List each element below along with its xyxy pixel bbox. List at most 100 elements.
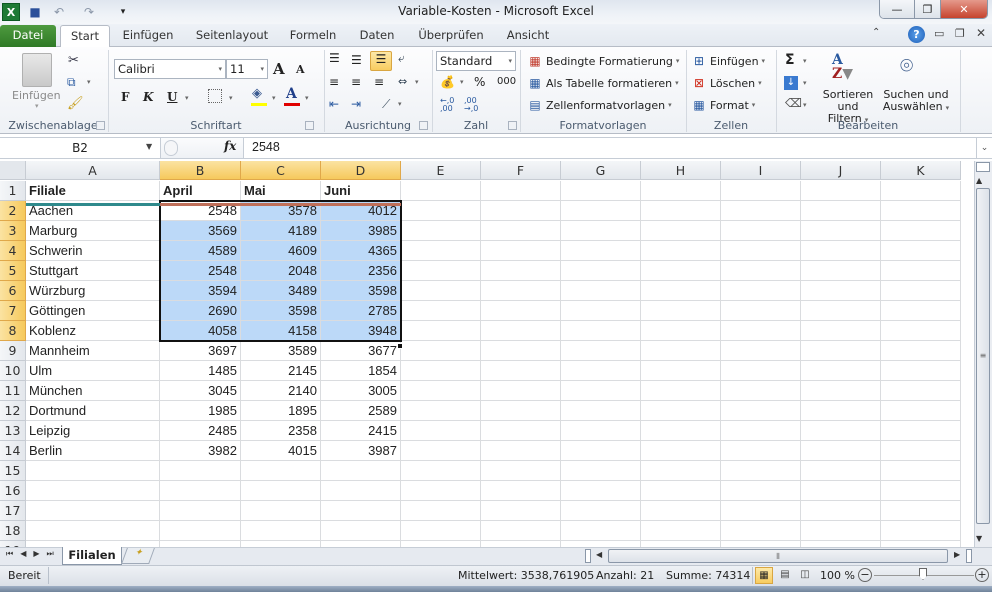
cell-k9[interactable] [881, 341, 961, 361]
zoom-in-button[interactable]: + [975, 568, 989, 582]
cell-h1[interactable] [641, 181, 721, 201]
cell-h6[interactable] [641, 281, 721, 301]
fill-dropdown-icon[interactable]: ▾ [803, 79, 807, 87]
cell-f5[interactable] [481, 261, 561, 281]
cell-j6[interactable] [801, 281, 881, 301]
decrease-indent-icon[interactable]: ⇤ [329, 97, 339, 111]
tab-ansicht[interactable]: Ansicht [502, 25, 554, 47]
cell-b9[interactable]: 3697 [160, 341, 241, 361]
cell-k4[interactable] [881, 241, 961, 261]
cell-e14[interactable] [401, 441, 481, 461]
alignment-launcher-icon[interactable] [419, 121, 428, 130]
cell-f1[interactable] [481, 181, 561, 201]
minimize-ribbon-icon[interactable]: ⌃ [872, 27, 880, 38]
split-box-horizontal[interactable] [966, 549, 972, 563]
cell-d3[interactable]: 3985 [321, 221, 401, 241]
cell-e2[interactable] [401, 201, 481, 221]
format-cells-button[interactable]: ▦ Format ▾ [691, 97, 755, 113]
cell-g11[interactable] [561, 381, 641, 401]
column-header-i[interactable]: I [721, 161, 801, 180]
row-header[interactable]: 13 [0, 421, 26, 441]
column-header-g[interactable]: G [561, 161, 641, 180]
cell-i14[interactable] [721, 441, 801, 461]
cell-c5[interactable]: 2048 [241, 261, 321, 281]
merge-center-icon[interactable]: ⇔ [398, 75, 407, 88]
underline-dropdown-icon[interactable]: ▾ [185, 94, 189, 102]
cell-k3[interactable] [881, 221, 961, 241]
cell-d7[interactable]: 2785 [321, 301, 401, 321]
font-color-button[interactable]: A [286, 86, 297, 102]
cell-j8[interactable] [801, 321, 881, 341]
cell-b4[interactable]: 4589 [160, 241, 241, 261]
cell-c10[interactable]: 2145 [241, 361, 321, 381]
increase-decimal-button[interactable]: ←,0 ,00 [440, 97, 460, 113]
sheet-nav-buttons[interactable]: ⏮◀▶⏭ [6, 549, 61, 559]
workbook-minimize-icon[interactable]: ▭ [934, 27, 944, 40]
font-size-combo[interactable]: 11 ▾ [226, 59, 268, 79]
cell-g10[interactable] [561, 361, 641, 381]
insert-cells-button[interactable]: ⊞ Einfügen ▾ [691, 53, 765, 69]
cell-d13[interactable]: 2415 [321, 421, 401, 441]
cell-a17[interactable] [26, 501, 160, 521]
cell-h14[interactable] [641, 441, 721, 461]
tab-split-handle[interactable] [585, 549, 591, 563]
scroll-down-icon[interactable]: ▼ [976, 534, 982, 543]
currency-dropdown-icon[interactable]: ▾ [460, 78, 464, 86]
column-header-k[interactable]: K [881, 161, 961, 180]
cell-i15[interactable] [721, 461, 801, 481]
cell-b8[interactable]: 4058 [160, 321, 241, 341]
italic-button[interactable]: K [143, 90, 153, 104]
cell-g8[interactable] [561, 321, 641, 341]
row-header[interactable]: 4 [0, 241, 26, 261]
cell-e8[interactable] [401, 321, 481, 341]
column-header-j[interactable]: J [801, 161, 881, 180]
cell-b16[interactable] [160, 481, 241, 501]
cell-h2[interactable] [641, 201, 721, 221]
restore-button[interactable]: ❐ [914, 0, 940, 18]
row-header[interactable]: 11 [0, 381, 26, 401]
cell-g15[interactable] [561, 461, 641, 481]
zoom-out-button[interactable]: − [858, 568, 872, 582]
cell-f17[interactable] [481, 501, 561, 521]
cell-g18[interactable] [561, 521, 641, 541]
cell-c14[interactable]: 4015 [241, 441, 321, 461]
cell-c11[interactable]: 2140 [241, 381, 321, 401]
cell-c16[interactable] [241, 481, 321, 501]
clipboard-launcher-icon[interactable] [96, 121, 105, 130]
normal-view-button[interactable]: ▦ [755, 567, 773, 584]
cell-k12[interactable] [881, 401, 961, 421]
cell-f11[interactable] [481, 381, 561, 401]
cell-a4[interactable]: Schwerin [26, 241, 160, 261]
cell-j16[interactable] [801, 481, 881, 501]
cell-f7[interactable] [481, 301, 561, 321]
row-header[interactable]: 16 [0, 481, 26, 501]
align-right-icon[interactable]: ≡ [374, 75, 384, 89]
workbook-restore-icon[interactable]: ❐ [955, 27, 965, 40]
cell-k18[interactable] [881, 521, 961, 541]
column-header-e[interactable]: E [401, 161, 481, 180]
cell-d12[interactable]: 2589 [321, 401, 401, 421]
cell-k7[interactable] [881, 301, 961, 321]
shrink-font-button[interactable]: A [296, 63, 305, 76]
cell-g1[interactable] [561, 181, 641, 201]
cell-a11[interactable]: München [26, 381, 160, 401]
cell-h13[interactable] [641, 421, 721, 441]
cell-e13[interactable] [401, 421, 481, 441]
tab-start[interactable]: Start [60, 25, 110, 48]
cell-i18[interactable] [721, 521, 801, 541]
merge-dropdown-icon[interactable]: ▾ [415, 78, 419, 86]
paste-icon[interactable] [22, 53, 52, 87]
cell-h10[interactable] [641, 361, 721, 381]
cell-d14[interactable]: 3987 [321, 441, 401, 461]
row-header[interactable]: 14 [0, 441, 26, 461]
cell-e4[interactable] [401, 241, 481, 261]
cell-a18[interactable] [26, 521, 160, 541]
cell-i5[interactable] [721, 261, 801, 281]
vertical-scroll-thumb[interactable]: ≡ [976, 188, 990, 524]
cell-d9[interactable]: 3677 [321, 341, 401, 361]
cell-k13[interactable] [881, 421, 961, 441]
tab-ueberpruefen[interactable]: Überprüfen [414, 25, 488, 47]
cell-k5[interactable] [881, 261, 961, 281]
cell-k8[interactable] [881, 321, 961, 341]
row-header[interactable]: 12 [0, 401, 26, 421]
